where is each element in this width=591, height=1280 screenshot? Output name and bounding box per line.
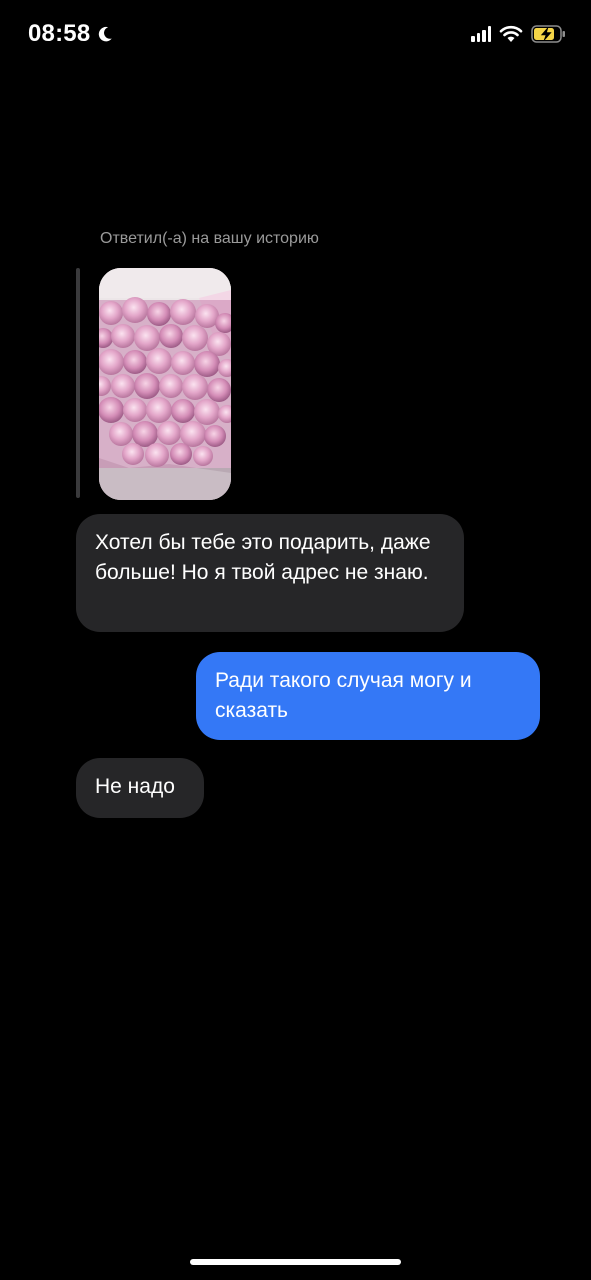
outgoing-message-bubble[interactable]: Ради такого случая могу и сказать xyxy=(196,652,540,740)
message-text: Не надо xyxy=(95,775,175,798)
story-thumbnail[interactable] xyxy=(99,268,231,500)
peony-bouquet-image xyxy=(99,268,231,500)
battery-charging-icon xyxy=(531,25,565,43)
moon-icon xyxy=(99,26,113,42)
incoming-message-bubble[interactable]: Не надо xyxy=(76,758,204,818)
status-time-text: 08:58 xyxy=(28,20,91,47)
chat-screen: 08:58 Ответил(-а) на вашу историю Хотел … xyxy=(0,0,591,1280)
reply-caption: Ответил(-а) на вашу историю xyxy=(100,230,319,247)
status-time: 08:58 xyxy=(28,20,114,48)
message-text: Ради такого случая могу и сказать xyxy=(215,669,472,722)
signal-icon xyxy=(471,26,491,42)
reply-quote-bar xyxy=(76,268,80,498)
home-indicator[interactable] xyxy=(190,1259,401,1265)
status-icons xyxy=(471,24,567,44)
incoming-message-bubble[interactable]: Хотел бы тебе это подарить, даже больше!… xyxy=(76,514,464,632)
message-text: Хотел бы тебе это подарить, даже больше!… xyxy=(95,531,431,584)
wifi-icon xyxy=(499,25,523,42)
